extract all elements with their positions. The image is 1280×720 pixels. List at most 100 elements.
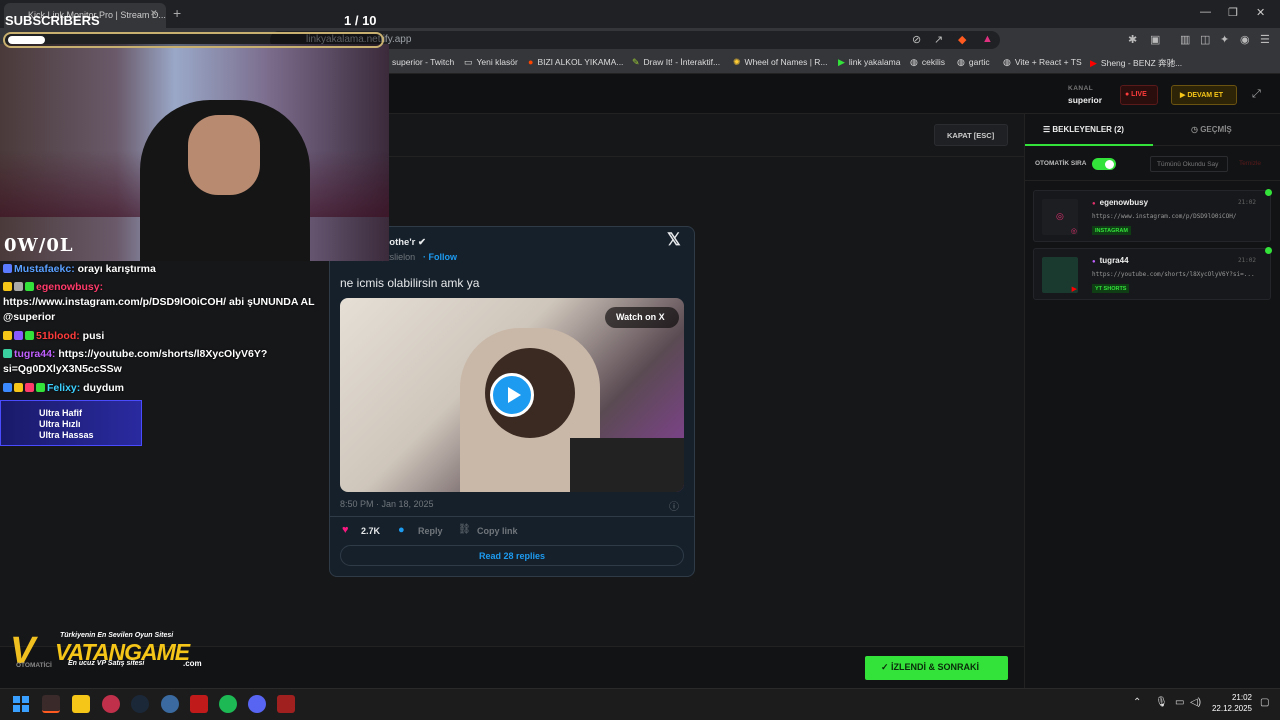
queue-item[interactable]: ◎ ◎ ● egenowbusy 21:02 https://www.instagr…: [1033, 189, 1272, 242]
badge-icon: [25, 331, 34, 340]
tweet-author[interactable]: sothe'r ✔: [384, 237, 426, 248]
browser-tab-strip: [0, 0, 1280, 28]
badge-icon: [25, 383, 34, 392]
bookmark-item[interactable]: ▶ Sheng - BENZ 奔驰...: [1090, 57, 1182, 69]
extensions-icon[interactable]: ✱: [1128, 33, 1137, 46]
bookmark-item[interactable]: ● BIZI ALKOL YIKAMA...: [528, 57, 623, 67]
play-icon: ▶: [838, 57, 845, 67]
spotify-icon[interactable]: [219, 695, 237, 713]
link-icon[interactable]: ⛓: [458, 524, 471, 535]
tumunu-okundu-say-button[interactable]: Tümünü Okundu Say: [1150, 156, 1228, 172]
x-logo-icon[interactable]: 𝕏: [667, 230, 681, 250]
vatan-subtitle: En ucuz VP Satış sitesi: [68, 660, 145, 667]
live-button[interactable]: ● LIVE: [1120, 85, 1158, 105]
instagram-badge-icon: ◎: [1070, 228, 1077, 235]
tab-bekleyenler[interactable]: ☰ BEKLEYENLER (2): [1025, 114, 1153, 146]
queue-url[interactable]: https://www.instagram.com/p/DSD9lO0iCOH/: [1092, 213, 1262, 220]
video-keyboard: [570, 438, 684, 492]
play-icon: [508, 387, 521, 403]
subscribers-progress-bar: [3, 32, 384, 48]
window-close-icon[interactable]: ✕: [1256, 6, 1265, 19]
voicemod-icon[interactable]: [277, 695, 295, 713]
app-icon[interactable]: [161, 695, 179, 713]
kapat-button[interactable]: KAPAT [ESC]: [934, 124, 1008, 146]
reddit-icon: ●: [528, 57, 534, 67]
leo-ai-icon[interactable]: ✦: [1220, 33, 1229, 46]
bookmark-item[interactable]: ◍ cekilis: [910, 57, 945, 68]
wallet-icon[interactable]: ◫: [1200, 33, 1210, 46]
menu-icon[interactable]: ☰: [1260, 33, 1270, 46]
tweet-timestamp[interactable]: 8:50 PM · Jan 18, 2025: [340, 499, 434, 509]
start-icon[interactable]: [12, 695, 30, 713]
badge-icon: [14, 282, 23, 291]
brave-icon[interactable]: [42, 695, 60, 713]
app-icon[interactable]: [190, 695, 208, 713]
copy-link-button[interactable]: Copy link: [477, 526, 518, 536]
brave-rewards-icon[interactable]: ▲: [982, 33, 993, 45]
queue-user: egenowbusy: [1099, 198, 1149, 207]
queue-time: 21:02: [1237, 257, 1256, 264]
izlendi-sonraki-button[interactable]: ✓ İZLENDİ & SONRAKİ: [865, 656, 1008, 680]
badge-icon: [14, 331, 23, 340]
file-explorer-icon[interactable]: [72, 695, 90, 713]
media-icon[interactable]: ▣: [1150, 33, 1160, 46]
temizle-button[interactable]: Temizle: [1234, 156, 1270, 172]
maximize-icon[interactable]: ❐: [1228, 6, 1238, 19]
subscribers-label: SUBSCRIBERS: [5, 13, 100, 28]
bookmark-item[interactable]: superior - Twitch: [392, 57, 454, 67]
promo-text: Ultra Hafif Ultra Hızlı Ultra Hassas: [39, 408, 94, 440]
info-icon[interactable]: ⓘ: [669, 498, 679, 513]
devam-et-button[interactable]: ▶ DEVAM ET: [1171, 85, 1237, 105]
reply-button[interactable]: Reply: [418, 526, 443, 536]
crown-icon: [14, 383, 23, 392]
share-icon[interactable]: ↗: [934, 33, 943, 46]
vpn-icon[interactable]: ◉: [1240, 33, 1250, 46]
new-tab-button[interactable]: +: [173, 5, 181, 21]
play-button[interactable]: [490, 373, 534, 417]
youtube-icon: ▶: [1090, 58, 1097, 68]
badge-icon: [3, 264, 12, 273]
youtube-badge-icon: ▶: [1071, 286, 1077, 293]
queue-url[interactable]: https://youtube.com/shorts/l8XycOlyV6Y?s…: [1092, 271, 1262, 278]
network-icon[interactable]: ▭: [1175, 697, 1184, 708]
reply-icon[interactable]: ●: [398, 524, 405, 536]
discord-icon[interactable]: [248, 695, 266, 713]
notification-icon[interactable]: ▢: [1260, 697, 1269, 708]
chevron-up-icon[interactable]: ⌃: [1133, 697, 1141, 708]
bookmark-item[interactable]: ▭ Yeni klasör: [464, 57, 518, 68]
queue-user: tugra44: [1099, 256, 1129, 265]
clock-time[interactable]: 21:02: [1214, 693, 1252, 702]
camera-off-icon[interactable]: ⊘: [912, 33, 921, 46]
sidebar-icon[interactable]: ▥: [1180, 33, 1190, 46]
bookmark-item[interactable]: ◍ gartic: [957, 57, 990, 68]
tab-close-icon[interactable]: ✕: [150, 8, 158, 19]
bookmark-item[interactable]: ▶ link yakalama: [838, 57, 900, 68]
subscribers-progress-fill: [8, 36, 45, 44]
bookmark-item[interactable]: ✎ Draw It! - İnteraktif...: [632, 57, 720, 68]
platform-badge: INSTAGRAM: [1092, 226, 1131, 235]
bookmark-item[interactable]: ◍ Vite + React + TS: [1003, 57, 1082, 68]
crown-icon: [3, 282, 12, 291]
microphone-icon[interactable]: 🎙: [1155, 697, 1168, 708]
brave-shield-icon[interactable]: ◆: [958, 33, 966, 46]
like-count[interactable]: 2.7K: [361, 526, 380, 536]
otomatik-label: OTOMATİCİ: [16, 662, 52, 669]
queue-item[interactable]: ▶ ● tugra44 21:02 https://youtube.com/sho…: [1033, 247, 1272, 300]
valorant-icon[interactable]: [102, 695, 120, 713]
youtube-thumbnail: ▶: [1042, 257, 1078, 293]
popout-icon[interactable]: ⤢: [1252, 88, 1261, 101]
minimize-icon[interactable]: —: [1200, 6, 1211, 18]
bookmark-item[interactable]: ✺ Wheel of Names | R...: [733, 57, 828, 68]
read-replies-button[interactable]: Read 28 replies: [340, 545, 684, 566]
heart-icon[interactable]: ♥: [342, 524, 349, 536]
instagram-icon: ●: [1092, 201, 1096, 207]
instagram-icon: ◎: [1056, 211, 1064, 221]
paint-icon: ✎: [632, 57, 640, 67]
tweet-text: ne icmis olabilirsin amk ya: [340, 276, 480, 290]
tab-gecmis[interactable]: ◷ GEÇMİŞ: [1153, 114, 1280, 146]
follow-link[interactable]: · Follow: [423, 252, 457, 262]
steam-icon[interactable]: [131, 695, 149, 713]
clock-date[interactable]: 22.12.2025: [1200, 704, 1252, 713]
chat-message: Mustafaekc: orayı karıştırma: [3, 262, 343, 277]
watch-on-x-button[interactable]: Watch on X: [605, 307, 679, 328]
